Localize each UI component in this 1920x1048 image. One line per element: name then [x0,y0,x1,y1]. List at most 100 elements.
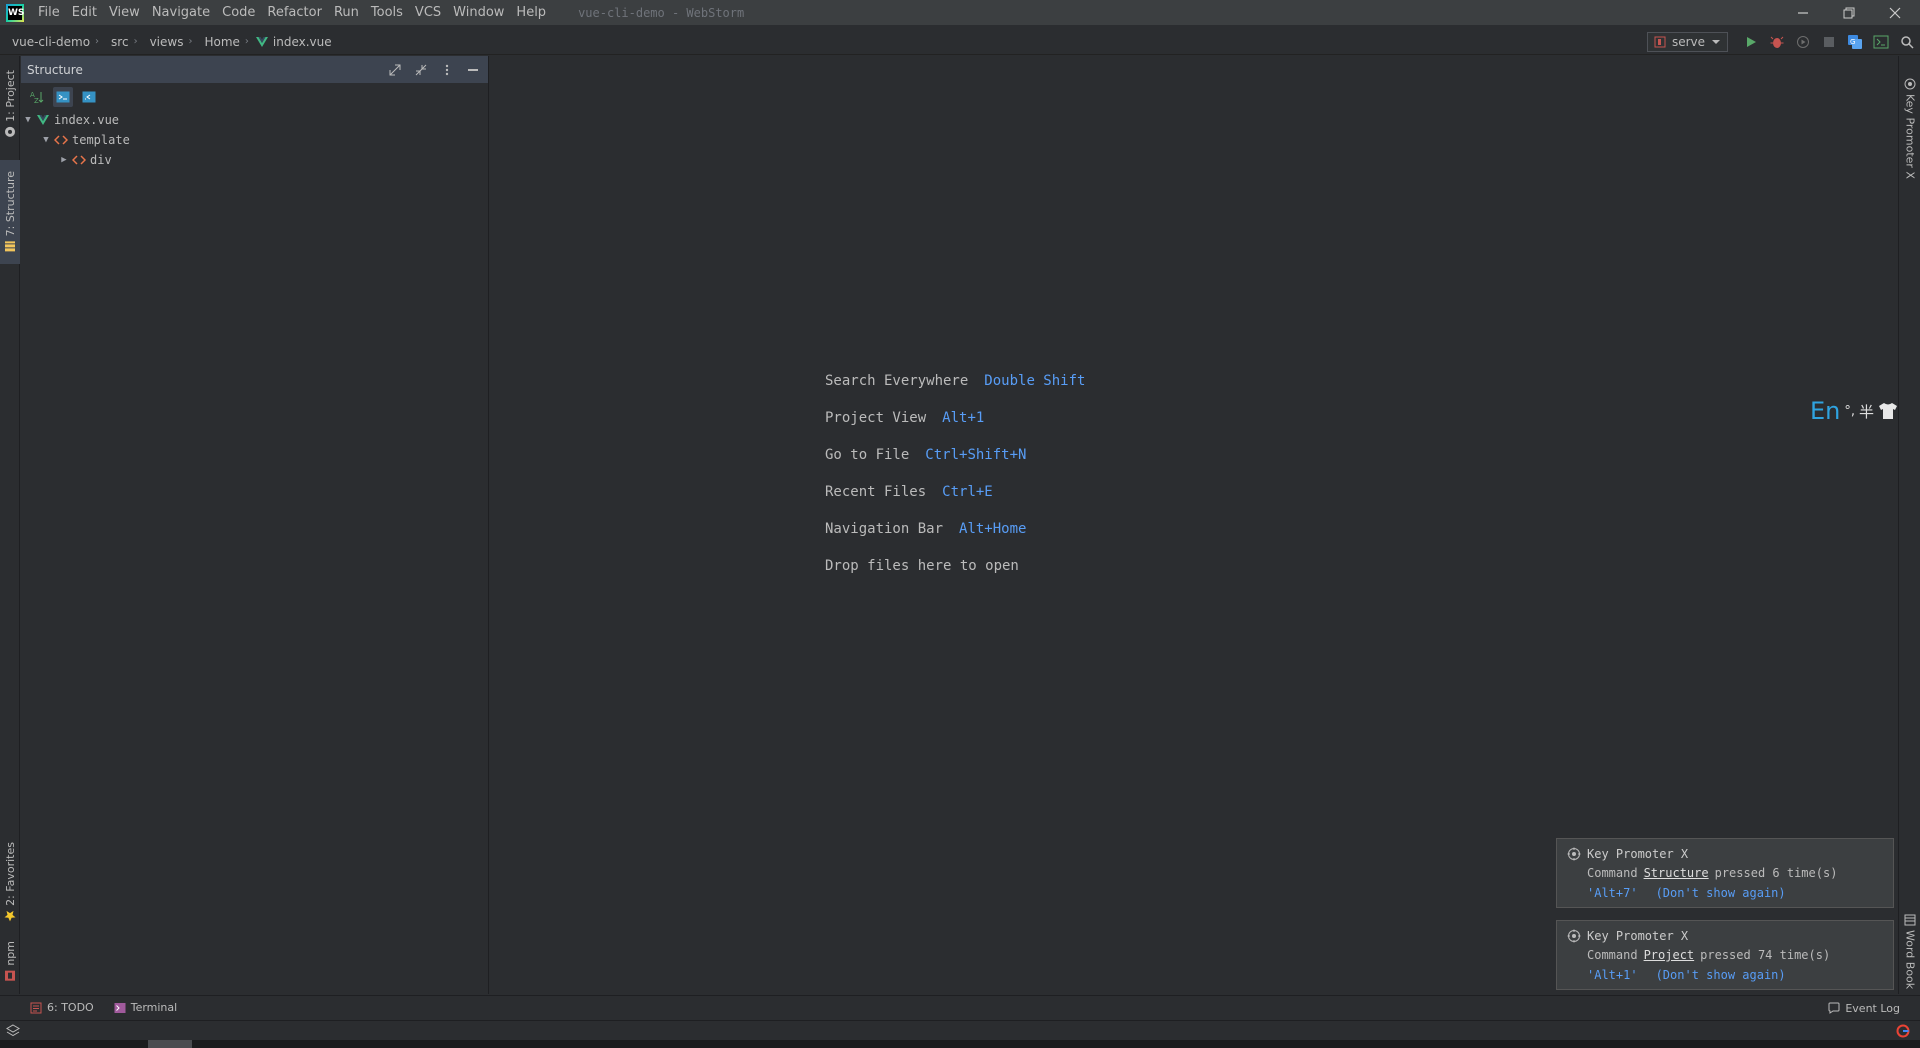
hint-shortcut: Alt+Home [959,521,1027,537]
dont-show-again-link[interactable]: (Don't show again) [1656,886,1786,900]
breadcrumb-file-label: index.vue [272,34,332,49]
notification-prefix: Command [1587,866,1638,880]
sort-alphabetically-button[interactable]: AZ [27,87,47,107]
breadcrumb-project[interactable]: vue-cli-demo [0,35,90,49]
translate-icon: G [1848,35,1862,49]
todo-tool-label: 6: TODO [47,1001,94,1014]
menu-file[interactable]: File [32,5,66,20]
terminal-tool-button[interactable]: Terminal [104,1001,188,1014]
notification-key-promoter[interactable]: Key Promoter X Command Project pressed 7… [1556,920,1894,990]
collapse-all-icon [415,64,427,75]
autoscroll-to-source-button[interactable] [53,86,73,107]
notification-prefix: Command [1587,948,1638,962]
structure-icon [5,241,15,252]
npm-tool-text: npm [3,940,17,966]
ime-indicator[interactable]: En °, 半 [1810,397,1898,425]
event-log-button[interactable]: Event Log [1828,996,1900,1020]
menu-code[interactable]: Code [216,5,261,20]
logo-text: WS [8,5,25,20]
expand-all-icon [389,64,401,75]
breadcrumb-src[interactable]: src [99,35,129,49]
right-tool-stripe: Key Promoter X Word Book [1898,56,1920,994]
terminal-icon [114,1002,126,1013]
structure-header: Structure [21,56,488,83]
menu-navigate[interactable]: Navigate [146,5,216,20]
key-promoter-tool-text: Key Promoter X [1903,93,1917,179]
menu-view[interactable]: View [103,5,146,20]
notification-links: 'Alt+7' (Don't show again) [1567,883,1883,903]
expand-arrow-icon[interactable]: ▼ [39,135,53,145]
project-tool-button[interactable]: 1: Project [0,64,20,144]
svg-text:Z: Z [34,97,39,104]
editor-hints: Search Everywhere Double Shift Project V… [825,373,1085,595]
key-promoter-tool-button[interactable]: Key Promoter X [1899,68,1920,188]
coverage-icon [1797,36,1809,48]
menu-window[interactable]: Window [447,5,510,20]
npm-tool-button[interactable]: npm [0,936,20,986]
structure-tool-label: 7: Structure [4,171,17,252]
run-config-selector[interactable]: serve [1646,32,1728,52]
search-button[interactable] [1896,31,1918,53]
tree-node-index-vue[interactable]: ▼ index.vue [21,110,488,130]
menu-run[interactable]: Run [328,5,365,20]
menu-edit[interactable]: Edit [66,5,103,20]
todo-icon [30,1002,42,1013]
notification-body: Command Structure pressed 6 time(s) [1567,863,1883,883]
close-button[interactable] [1872,0,1918,25]
expand-all-button[interactable] [382,59,408,81]
layers-icon [6,1024,20,1037]
menu-bar: WS File Edit View Navigate Code Refactor… [0,0,1920,25]
run-icon [1747,37,1756,47]
hint-shortcut: Ctrl+E [942,484,993,500]
favorites-tool-button[interactable]: 2: Favorites [0,836,20,928]
tree-node-div[interactable]: ▶ div [21,150,488,170]
word-book-tool-button[interactable]: Word Book [1899,914,1920,990]
menu-vcs[interactable]: VCS [409,5,447,20]
menu-help[interactable]: Help [510,5,552,20]
breadcrumb-file[interactable]: index.vue [249,35,332,49]
restore-button[interactable] [1826,0,1872,25]
notification-command: Project [1643,948,1695,962]
notification-key-promoter[interactable]: Key Promoter X Command Structure pressed… [1556,838,1894,908]
hide-panel-button[interactable] [460,59,486,81]
vue-icon [255,36,268,47]
breadcrumb-home[interactable]: Home [192,35,239,49]
menu-refactor[interactable]: Refactor [261,5,328,20]
structure-tool-button[interactable]: 7: Structure [0,160,20,264]
notification-shortcut-link[interactable]: 'Alt+7' [1587,886,1638,900]
book-icon [1904,914,1916,926]
notification-shortcut-link[interactable]: 'Alt+1' [1587,968,1638,982]
hint-label: Drop files here to open [825,558,1019,574]
coverage-button[interactable] [1792,31,1814,53]
favorites-tool-label: 2: Favorites [4,842,17,922]
options-button[interactable] [434,59,460,81]
minimize-button[interactable] [1780,0,1826,25]
word-book-tool-label: Word Book [1904,914,1917,990]
breadcrumb-views[interactable]: views [138,35,184,49]
collapsed-arrow-icon[interactable]: ▶ [57,155,71,165]
window-title: vue-cli-demo - WebStorm [578,5,745,20]
minimize-icon [1798,11,1808,14]
stop-button[interactable] [1818,31,1840,53]
tree-node-label: index.vue [54,113,120,127]
hint-go-to-file: Go to File Ctrl+Shift+N [825,447,1085,484]
menu-tools[interactable]: Tools [365,5,409,20]
taskbar-item[interactable] [148,1040,192,1048]
notification-title: Key Promoter X [1567,927,1883,945]
notification-title-text: Key Promoter X [1587,847,1689,861]
translate-button[interactable]: G [1844,31,1866,53]
run-button[interactable] [1740,31,1762,53]
tree-node-template[interactable]: ▼ template [21,130,488,150]
expand-arrow-icon[interactable]: ▼ [21,115,35,125]
todo-tool-button[interactable]: 6: TODO [20,1001,104,1014]
debug-button[interactable] [1766,31,1788,53]
bug-icon [1770,36,1784,48]
collapse-all-button[interactable] [408,59,434,81]
npm-icon [5,970,15,981]
autoscroll-from-source-button[interactable] [79,87,99,107]
navigation-bar: vue-cli-demo › src › views › Home › inde… [0,29,1920,55]
terminal-button[interactable] [1870,31,1892,53]
hint-search-everywhere: Search Everywhere Double Shift [825,373,1085,410]
dont-show-again-link[interactable]: (Don't show again) [1656,968,1786,982]
terminal-tool-label: Terminal [130,1001,178,1014]
